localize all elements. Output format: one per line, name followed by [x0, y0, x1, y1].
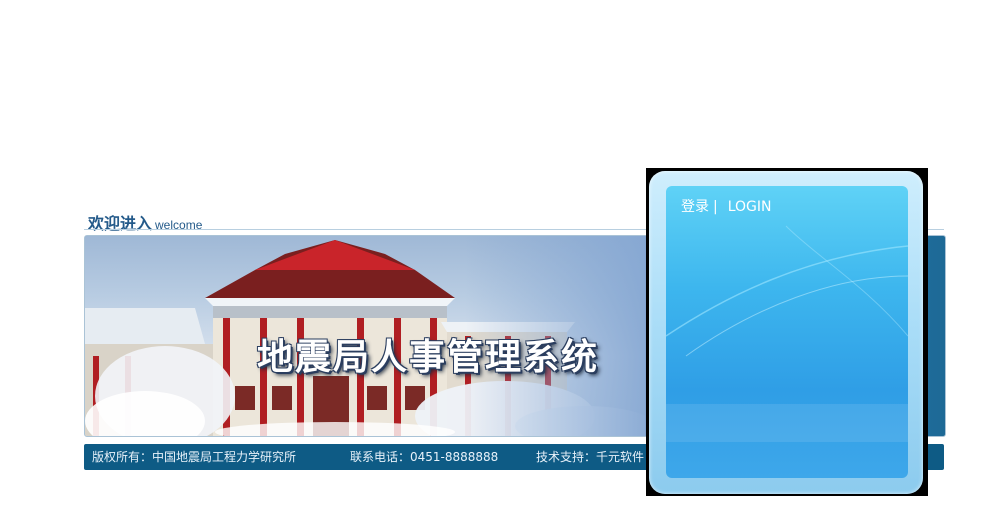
footer-support: 技术支持：千元软件	[536, 450, 645, 464]
login-header: 登录 | LOGIN	[681, 196, 772, 216]
login-separator: |	[713, 199, 718, 215]
welcome-heading: 欢迎进入 welcome	[88, 210, 202, 233]
footer-copyright: 版权所有：中国地震局工程力学研究所	[92, 450, 297, 464]
welcome-title-cn: 欢迎进入	[88, 214, 153, 233]
login-label-en: LOGIN	[727, 199, 772, 215]
login-band	[666, 404, 908, 442]
system-title: 地震局人事管理系统	[257, 337, 600, 378]
login-label-cn: 登录	[681, 199, 709, 215]
login-panel: 登录 | LOGIN	[666, 186, 908, 478]
footer-phone: 联系电话：0451-8888888	[350, 450, 499, 464]
